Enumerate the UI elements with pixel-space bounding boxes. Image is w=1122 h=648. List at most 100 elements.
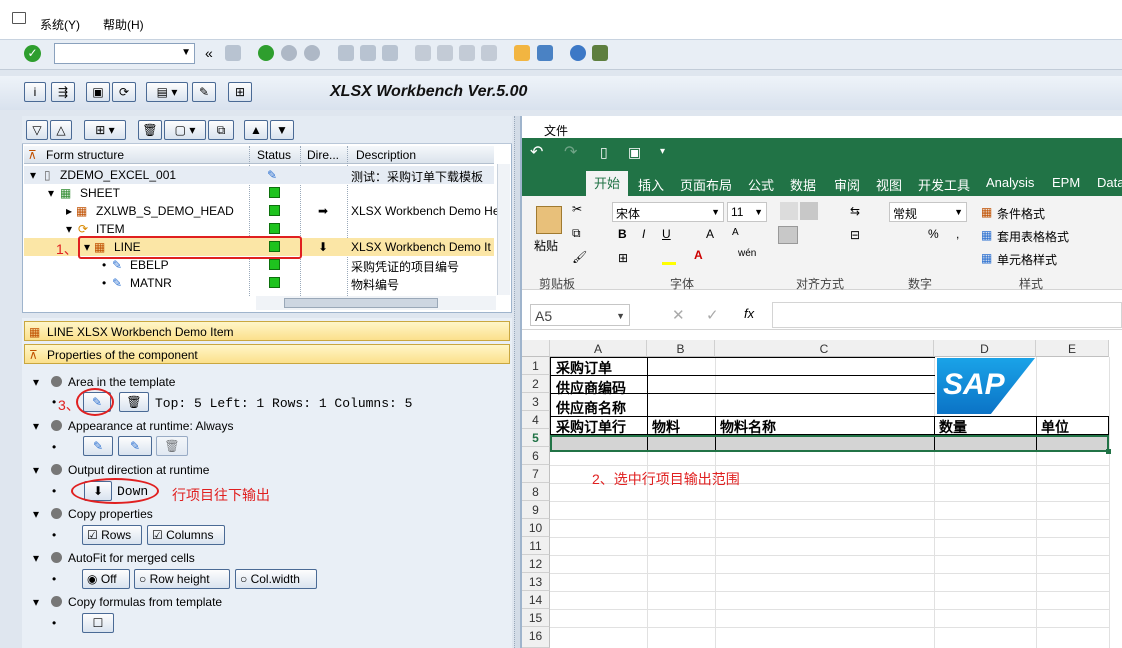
- row-header[interactable]: 9: [522, 501, 550, 519]
- row-header[interactable]: 6: [522, 447, 550, 465]
- exit-icon[interactable]: [281, 45, 297, 61]
- edit-condition-button[interactable]: ✎: [118, 436, 152, 456]
- column-header[interactable]: E: [1036, 340, 1109, 357]
- help-icon[interactable]: [570, 45, 586, 61]
- cell-a1[interactable]: 采购订单: [556, 358, 612, 378]
- info-icon[interactable]: i: [24, 82, 46, 102]
- tree-horizontal-scrollbar[interactable]: [256, 296, 496, 310]
- section-copy-properties[interactable]: ▾ Copy properties: [33, 507, 153, 521]
- increase-font-icon[interactable]: A: [706, 227, 714, 241]
- menu-system[interactable]: 系统(Y): [40, 16, 80, 33]
- row-header[interactable]: 8: [522, 483, 550, 501]
- percent-icon[interactable]: %: [928, 227, 939, 241]
- expand-arrow-icon[interactable]: ▾: [48, 186, 54, 200]
- tree-row-head[interactable]: ▸ ▦ ZXLWB_S_DEMO_HEAD ➡ XLSX Workbench D…: [24, 202, 500, 220]
- new-file-icon[interactable]: ▯: [600, 144, 608, 161]
- enter-check-icon[interactable]: ✓: [24, 45, 41, 62]
- name-box[interactable]: A5 ▼: [530, 304, 630, 326]
- delete-area-button[interactable]: 🗑: [119, 392, 149, 412]
- prev-page-icon[interactable]: [437, 45, 453, 61]
- shortcut-icon[interactable]: [537, 45, 553, 61]
- tab-data-more[interactable]: Data: [1097, 175, 1122, 190]
- find-next-icon[interactable]: [382, 45, 398, 61]
- tab-developer[interactable]: 开发工具: [918, 175, 970, 194]
- save-dropdown-icon[interactable]: ▤ ▾: [146, 82, 188, 102]
- first-page-icon[interactable]: [415, 45, 431, 61]
- tree-row-matnr[interactable]: • ✎ MATNR 物料编号: [24, 274, 494, 292]
- tab-page-layout[interactable]: 页面布局: [680, 175, 732, 194]
- wrap-text-icon[interactable]: ⇆: [850, 204, 860, 218]
- last-page-icon[interactable]: [481, 45, 497, 61]
- cell-a2[interactable]: 供应商编码: [556, 378, 626, 398]
- row-header[interactable]: 5: [522, 429, 550, 447]
- save-icon[interactable]: [225, 45, 241, 61]
- new-doc-icon[interactable]: ▢ ▾: [164, 120, 206, 140]
- collapse-all-icon[interactable]: △: [50, 120, 72, 140]
- row-header[interactable]: 14: [522, 591, 550, 609]
- customize-icon[interactable]: ▾: [660, 146, 665, 157]
- edit-appearance-button[interactable]: ✎: [83, 436, 113, 456]
- cell-b4[interactable]: 物料: [652, 417, 680, 437]
- confirm-entry-icon[interactable]: ✓: [706, 306, 719, 324]
- hierarchy-icon[interactable]: ⇶: [51, 82, 75, 102]
- cut-icon[interactable]: ✂: [572, 202, 582, 216]
- row-header[interactable]: 4: [522, 411, 550, 429]
- decrease-font-icon[interactable]: A: [732, 227, 739, 238]
- delete-node-icon[interactable]: 🗑: [138, 120, 162, 140]
- column-header[interactable]: C: [715, 340, 934, 357]
- cell-a4[interactable]: 采购订单行: [556, 417, 626, 437]
- number-format-select[interactable]: 常规 ▼: [889, 202, 967, 222]
- next-page-icon[interactable]: [459, 45, 475, 61]
- file-menu[interactable]: 文件: [544, 122, 568, 139]
- column-header[interactable]: B: [647, 340, 715, 357]
- font-name-select[interactable]: 宋体 ▼: [612, 202, 724, 222]
- tab-home[interactable]: 开始: [586, 171, 629, 196]
- autofit-colwidth-radio[interactable]: ○ Col.width: [235, 569, 317, 589]
- undo-icon[interactable]: ↶: [530, 142, 543, 162]
- conditional-format-button[interactable]: 条件格式: [997, 205, 1045, 222]
- bold-icon[interactable]: B: [618, 227, 627, 241]
- row-header[interactable]: 1: [522, 357, 550, 375]
- collapsed-arrow-icon[interactable]: ▸: [66, 204, 72, 218]
- move-up-icon[interactable]: ▲: [244, 120, 268, 140]
- section-appearance[interactable]: ▾ Appearance at runtime: Always: [33, 419, 233, 433]
- find-icon[interactable]: [360, 45, 376, 61]
- formula-input[interactable]: [772, 302, 1122, 328]
- command-field[interactable]: ▼: [54, 43, 195, 64]
- structure-icon[interactable]: ⊞: [228, 82, 252, 102]
- border-icon[interactable]: ⊞: [618, 251, 628, 265]
- menu-help[interactable]: 帮助(H): [103, 16, 144, 33]
- phonetic-icon[interactable]: wén: [738, 248, 756, 259]
- expand-arrow-icon[interactable]: ▾: [66, 222, 72, 236]
- refresh-icon[interactable]: ⟳: [112, 82, 136, 102]
- copy-node-icon[interactable]: ⧉: [208, 120, 234, 140]
- edit-pencil-icon[interactable]: ✎: [192, 82, 216, 102]
- row-header[interactable]: 12: [522, 555, 550, 573]
- paste-icon[interactable]: [536, 206, 562, 234]
- font-size-select[interactable]: 11 ▼: [727, 202, 767, 222]
- expand-all-icon[interactable]: ▽: [26, 120, 48, 140]
- tree-row-form[interactable]: ▾ ▯ ZDEMO_EXCEL_001 ✎ 测试：采购订单下载模板: [24, 166, 494, 184]
- system-menu-icon[interactable]: [12, 12, 26, 24]
- copy-rows-checkbox[interactable]: ☑ Rows: [82, 525, 142, 545]
- row-header[interactable]: 16: [522, 627, 550, 648]
- display-icon[interactable]: ▣: [86, 82, 110, 102]
- merge-center-icon[interactable]: ⊟: [850, 228, 860, 242]
- column-header[interactable]: D: [934, 340, 1036, 357]
- autofit-rowheight-radio[interactable]: ○ Row height: [134, 569, 230, 589]
- paste-button[interactable]: 粘贴: [534, 237, 558, 254]
- section-area[interactable]: ▾ Area in the template: [33, 375, 175, 389]
- cell-e4[interactable]: 单位: [1041, 417, 1069, 437]
- tab-data[interactable]: 数据: [790, 175, 816, 194]
- font-color-icon[interactable]: A: [694, 248, 703, 262]
- comma-icon[interactable]: ,: [956, 227, 959, 241]
- back-icon[interactable]: [258, 45, 274, 61]
- tree-vertical-scrollbar[interactable]: [497, 164, 510, 295]
- tab-review[interactable]: 审阅: [834, 175, 860, 194]
- align-top-icon[interactable]: [780, 202, 798, 220]
- italic-icon[interactable]: I: [642, 227, 645, 241]
- copy-icon[interactable]: ⧉: [572, 226, 581, 241]
- row-header[interactable]: 10: [522, 519, 550, 537]
- tab-view[interactable]: 视图: [876, 175, 902, 194]
- format-painter-icon[interactable]: 🖌: [572, 250, 587, 264]
